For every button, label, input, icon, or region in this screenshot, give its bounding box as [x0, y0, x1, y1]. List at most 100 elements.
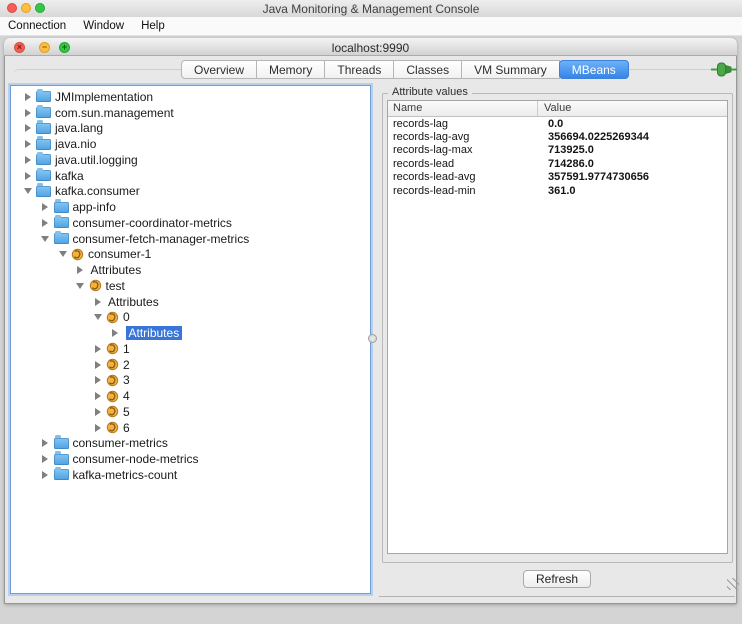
disclosure-right-icon[interactable]	[21, 109, 34, 117]
tab-classes[interactable]: Classes	[393, 60, 462, 79]
tab-mbeans[interactable]: MBeans	[559, 60, 629, 79]
tree-item-0[interactable]: 0	[11, 310, 370, 326]
attribute-row-records-lag[interactable]: records-lag0.0	[388, 117, 727, 130]
tree-item-com-sun-management[interactable]: com.sun.management	[11, 105, 370, 121]
tree-item-consumer-1[interactable]: consumer-1	[11, 247, 370, 263]
tree-item-label: app-info	[73, 200, 116, 214]
attribute-row-records-lead[interactable]: records-lead714286.0	[388, 157, 727, 170]
disclosure-down-icon[interactable]	[74, 283, 87, 289]
disclosure-right-icon[interactable]	[39, 439, 52, 447]
disclosure-right-icon[interactable]	[109, 329, 122, 337]
disclosure-right-icon[interactable]	[39, 203, 52, 211]
mbean-icon	[106, 421, 119, 434]
tree-item-label: test	[106, 279, 125, 293]
connected-plug-icon	[710, 62, 738, 82]
disclosure-down-icon[interactable]	[56, 251, 69, 257]
resize-grip[interactable]	[727, 578, 739, 590]
splitter-grip[interactable]	[368, 334, 377, 343]
tree-item-consumer-fetch-manager-metrics[interactable]: consumer-fetch-manager-metrics	[11, 231, 370, 247]
internal-frame-titlebar[interactable]: × − + localhost:9990	[4, 38, 737, 56]
refresh-button[interactable]: Refresh	[523, 570, 591, 588]
disclosure-right-icon[interactable]	[91, 424, 104, 432]
column-header-value[interactable]: Value	[537, 101, 727, 116]
attribute-name: records-lead-min	[388, 185, 543, 197]
tree-item-java-util-logging[interactable]: java.util.logging	[11, 152, 370, 168]
attribute-value: 361.0	[543, 185, 727, 197]
attribute-row-records-lag-avg[interactable]: records-lag-avg356694.0225269344	[388, 130, 727, 143]
attribute-row-records-lag-max[interactable]: records-lag-max713925.0	[388, 144, 727, 157]
tab-vm-summary[interactable]: VM Summary	[461, 60, 560, 79]
folder-icon	[36, 170, 51, 181]
folder-icon	[36, 91, 51, 102]
tree-item-label: Attributes	[108, 295, 159, 309]
attribute-value: 357591.9774730656	[543, 171, 727, 183]
tree-item-3[interactable]: 3	[11, 373, 370, 389]
disclosure-right-icon[interactable]	[91, 298, 104, 306]
frame-title: localhost:9990	[4, 41, 737, 55]
attribute-row-records-lead-avg[interactable]: records-lead-avg357591.9774730656	[388, 171, 727, 184]
disclosure-right-icon[interactable]	[39, 455, 52, 463]
disclosure-right-icon[interactable]	[74, 266, 87, 274]
tree-item-attributes[interactable]: Attributes	[11, 294, 370, 310]
tree-item-label: kafka.consumer	[55, 184, 140, 198]
tree-item-label: Attributes	[91, 263, 142, 277]
jconsole-window: Java Monitoring & Management Console Con…	[0, 0, 742, 624]
tree-item-java-nio[interactable]: java.nio	[11, 136, 370, 152]
tree-item-app-info[interactable]: app-info	[11, 199, 370, 215]
tab-memory[interactable]: Memory	[256, 60, 325, 79]
tree-item-consumer-node-metrics[interactable]: consumer-node-metrics	[11, 451, 370, 467]
disclosure-down-icon[interactable]	[91, 314, 104, 320]
disclosure-down-icon[interactable]	[39, 236, 52, 242]
disclosure-right-icon[interactable]	[91, 408, 104, 416]
folder-icon	[54, 454, 69, 465]
tree-item-6[interactable]: 6	[11, 420, 370, 436]
menu-window[interactable]: Window	[83, 20, 124, 32]
tree-item-label: com.sun.management	[55, 106, 174, 120]
tree-item-attributes[interactable]: Attributes	[11, 262, 370, 278]
tree-item-consumer-metrics[interactable]: consumer-metrics	[11, 436, 370, 452]
attribute-name: records-lag-max	[388, 144, 543, 156]
disclosure-right-icon[interactable]	[39, 471, 52, 479]
tree-item-kafka[interactable]: kafka	[11, 168, 370, 184]
attribute-row-records-lead-min[interactable]: records-lead-min361.0	[388, 184, 727, 197]
tree-item-java-lang[interactable]: java.lang	[11, 121, 370, 137]
tree-item-label: 4	[123, 389, 130, 403]
disclosure-right-icon[interactable]	[91, 376, 104, 384]
disclosure-right-icon[interactable]	[91, 361, 104, 369]
menu-connection[interactable]: Connection	[8, 20, 66, 32]
tree-item-attributes[interactable]: Attributes	[11, 325, 370, 341]
tree-item-label: java.lang	[55, 121, 103, 135]
folder-icon	[36, 186, 51, 197]
attribute-table-header: Name Value	[388, 101, 727, 117]
attribute-value: 714286.0	[543, 158, 727, 170]
tree-item-1[interactable]: 1	[11, 341, 370, 357]
tree-item-2[interactable]: 2	[11, 357, 370, 373]
tree-item-label: 5	[123, 405, 130, 419]
disclosure-right-icon[interactable]	[21, 140, 34, 148]
attribute-values-title: Attribute values	[388, 86, 472, 98]
menu-help[interactable]: Help	[141, 20, 165, 32]
disclosure-right-icon[interactable]	[39, 219, 52, 227]
disclosure-right-icon[interactable]	[21, 172, 34, 180]
tree-item-jmimplementation[interactable]: JMImplementation	[11, 89, 370, 105]
attribute-name: records-lag	[388, 118, 543, 130]
disclosure-right-icon[interactable]	[91, 345, 104, 353]
tree-item-label: 1	[123, 342, 130, 356]
tree-item-consumer-coordinator-metrics[interactable]: consumer-coordinator-metrics	[11, 215, 370, 231]
tree-item-4[interactable]: 4	[11, 388, 370, 404]
disclosure-right-icon[interactable]	[91, 392, 104, 400]
tab-bar: OverviewMemoryThreadsClassesVM SummaryMB…	[181, 60, 629, 79]
tree-item-label: java.nio	[55, 137, 96, 151]
attribute-value: 713925.0	[543, 144, 727, 156]
tab-threads[interactable]: Threads	[324, 60, 394, 79]
tree-item-kafka-consumer[interactable]: kafka.consumer	[11, 184, 370, 200]
disclosure-down-icon[interactable]	[21, 188, 34, 194]
tree-item-kafka-metrics-count[interactable]: kafka-metrics-count	[11, 467, 370, 483]
tab-overview[interactable]: Overview	[181, 60, 257, 79]
disclosure-right-icon[interactable]	[21, 93, 34, 101]
tree-item-5[interactable]: 5	[11, 404, 370, 420]
tree-item-test[interactable]: test	[11, 278, 370, 294]
disclosure-right-icon[interactable]	[21, 124, 34, 132]
column-header-name[interactable]: Name	[388, 101, 537, 116]
disclosure-right-icon[interactable]	[21, 156, 34, 164]
